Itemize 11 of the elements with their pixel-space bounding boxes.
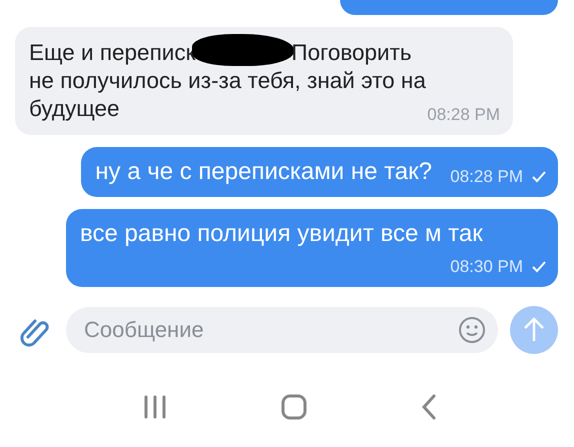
arrow-up-icon: [522, 316, 546, 342]
message-text: все равно полиция увидит все м так: [80, 220, 483, 247]
message-text: ну а че с переписками не так?: [95, 158, 432, 185]
message-field[interactable]: Сообщение: [66, 306, 498, 352]
recents-icon[interactable]: [142, 395, 168, 419]
message-time: 08:28 PM: [427, 105, 500, 125]
message-time: 08:30 PM: [450, 257, 523, 277]
smiley-icon[interactable]: [458, 316, 486, 344]
message-time: 08:28 PM: [450, 167, 523, 187]
back-icon[interactable]: [421, 394, 438, 420]
home-icon[interactable]: [281, 394, 308, 420]
